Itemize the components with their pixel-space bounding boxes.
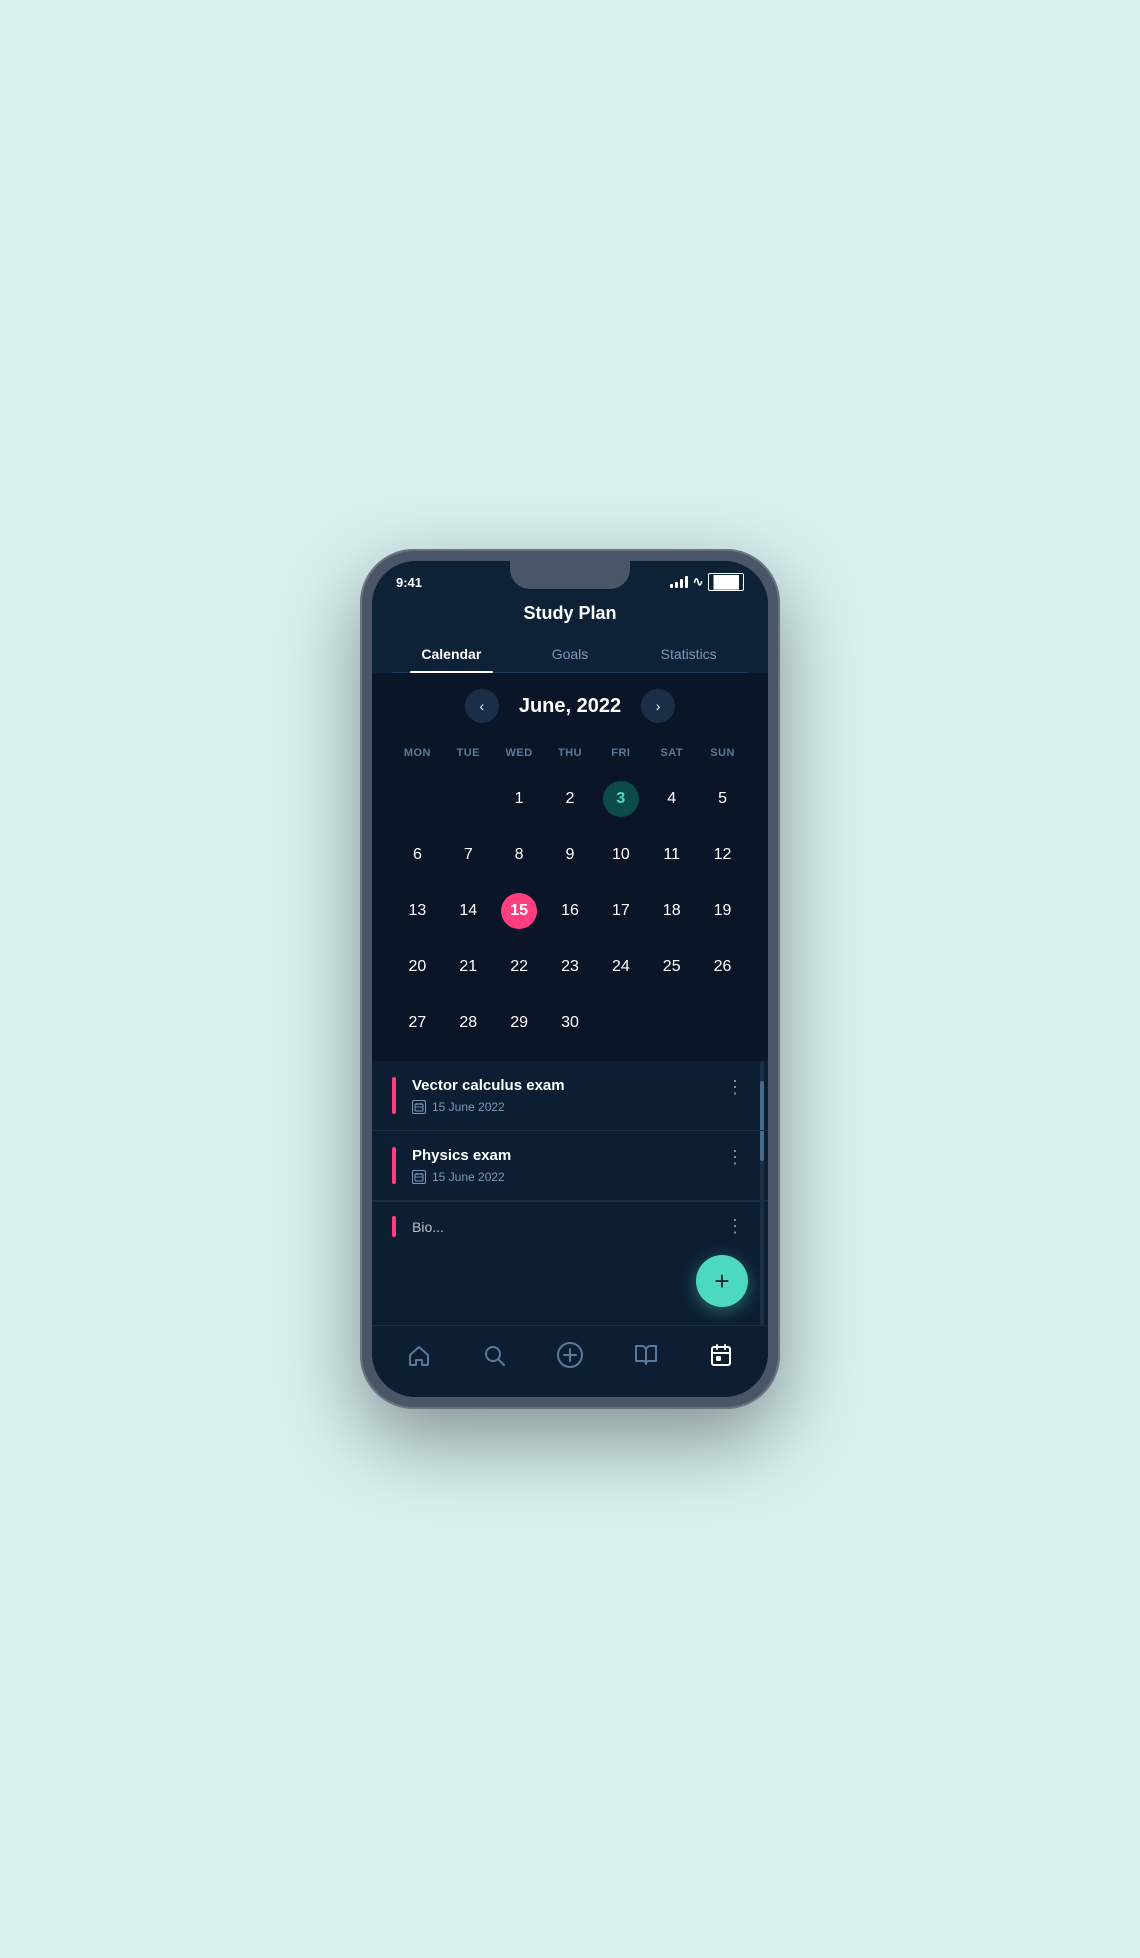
prev-month-button[interactable]: ‹	[465, 689, 499, 723]
nav-home[interactable]	[395, 1335, 443, 1379]
calendar-grid: MON TUE WED THU FRI SAT SUN 1 2 3 4 5	[392, 743, 748, 1051]
day-cell-14[interactable]: 14	[443, 883, 494, 939]
month-navigation: ‹ June, 2022 ›	[392, 689, 748, 723]
day-cell-6[interactable]: 6	[392, 827, 443, 883]
day-cell-5[interactable]: 5	[697, 771, 748, 827]
tab-statistics[interactable]: Statistics	[629, 636, 748, 672]
day-cell-22[interactable]: 22	[494, 939, 545, 995]
nav-search[interactable]	[470, 1335, 518, 1379]
status-icons: ∿ ███	[670, 573, 744, 591]
header: Study Plan Calendar Goals Statistics	[372, 595, 768, 673]
day-cell-20[interactable]: 20	[392, 939, 443, 995]
day-header-tue: TUE	[443, 743, 494, 763]
day-cell-15[interactable]: 15	[494, 883, 545, 939]
day-cell-30[interactable]: 30	[545, 995, 596, 1051]
add-event-fab[interactable]: +	[696, 1255, 748, 1307]
day-cell-29[interactable]: 29	[494, 995, 545, 1051]
event-date-text-1: 15 June 2022	[432, 1100, 505, 1114]
signal-icon	[670, 576, 688, 588]
event-title-1: Vector calculus exam	[412, 1077, 722, 1094]
day-cell-1[interactable]: 1	[494, 771, 545, 827]
event-title-2: Physics exam	[412, 1147, 722, 1164]
day-cell-28[interactable]: 28	[443, 995, 494, 1051]
day-cell-10[interactable]: 10	[595, 827, 646, 883]
day-cell-empty	[697, 995, 748, 1051]
day-cell-26[interactable]: 26	[697, 939, 748, 995]
event-date-text-2: 15 June 2022	[432, 1170, 505, 1184]
notch	[510, 561, 630, 589]
book-icon	[634, 1343, 658, 1371]
event-date-1: 15 June 2022	[412, 1100, 722, 1114]
day-header-mon: MON	[392, 743, 443, 763]
page-title: Study Plan	[392, 603, 748, 636]
day-cell-7[interactable]: 7	[443, 827, 494, 883]
day-header-thu: THU	[545, 743, 596, 763]
days-grid: 1 2 3 4 5 6 7 8 9 10 11 12 13 14 15	[392, 771, 748, 1051]
tab-calendar[interactable]: Calendar	[392, 636, 511, 672]
phone-screen: 9:41 ∿ ███ Study Plan Calendar Goals Sta…	[372, 561, 768, 1397]
plus-icon: +	[714, 1268, 729, 1294]
day-cell-16[interactable]: 16	[545, 883, 596, 939]
event-content-1: Vector calculus exam 15 June 2022	[412, 1077, 722, 1114]
time-display: 9:41	[396, 575, 422, 590]
event-accent-bar	[392, 1147, 396, 1184]
event-title-partial: Bio...	[412, 1219, 444, 1235]
day-header-sat: SAT	[646, 743, 697, 763]
bottom-navigation	[372, 1325, 768, 1397]
day-cell-24[interactable]: 24	[595, 939, 646, 995]
event-item-1: Vector calculus exam 15 June 2022	[372, 1061, 768, 1131]
day-cell-empty	[646, 995, 697, 1051]
day-headers: MON TUE WED THU FRI SAT SUN	[392, 743, 748, 763]
day-cell-19[interactable]: 19	[697, 883, 748, 939]
nav-add[interactable]	[544, 1333, 596, 1381]
day-cell-27[interactable]: 27	[392, 995, 443, 1051]
event-content-2: Physics exam 15 June 2022	[412, 1147, 722, 1184]
event-date-2: 15 June 2022	[412, 1170, 722, 1184]
day-cell-21[interactable]: 21	[443, 939, 494, 995]
tab-goals[interactable]: Goals	[511, 636, 630, 672]
day-header-wed: WED	[494, 743, 545, 763]
search-icon	[482, 1343, 506, 1371]
event-more-button-3[interactable]: ⋮	[722, 1216, 748, 1237]
day-cell-23[interactable]: 23	[545, 939, 596, 995]
calendar-icon	[709, 1343, 733, 1371]
home-icon	[407, 1343, 431, 1371]
event-item-2: Physics exam 15 June 2022	[372, 1131, 768, 1201]
day-cell-3[interactable]: 3	[595, 771, 646, 827]
event-more-button-1[interactable]: ⋮	[722, 1077, 748, 1098]
event-more-button-2[interactable]: ⋮	[722, 1147, 748, 1168]
battery-icon: ███	[708, 573, 744, 591]
day-cell-4[interactable]: 4	[646, 771, 697, 827]
event-accent-bar	[392, 1077, 396, 1114]
day-cell-18[interactable]: 18	[646, 883, 697, 939]
next-month-button[interactable]: ›	[641, 689, 675, 723]
day-cell-25[interactable]: 25	[646, 939, 697, 995]
day-cell-empty	[443, 771, 494, 827]
calendar-section: ‹ June, 2022 › MON TUE WED THU FRI SAT S…	[372, 673, 768, 1061]
wifi-icon: ∿	[693, 574, 704, 590]
day-header-sun: SUN	[697, 743, 748, 763]
day-cell-empty	[595, 995, 646, 1051]
day-cell-empty	[392, 771, 443, 827]
calendar-small-icon	[412, 1100, 426, 1114]
day-cell-17[interactable]: 17	[595, 883, 646, 939]
tab-bar: Calendar Goals Statistics	[392, 636, 748, 673]
nav-calendar[interactable]	[697, 1335, 745, 1379]
add-icon	[556, 1341, 584, 1373]
month-year-display: June, 2022	[519, 695, 621, 718]
day-cell-9[interactable]: 9	[545, 827, 596, 883]
day-cell-2[interactable]: 2	[545, 771, 596, 827]
calendar-small-icon-2	[412, 1170, 426, 1184]
day-cell-13[interactable]: 13	[392, 883, 443, 939]
day-cell-11[interactable]: 11	[646, 827, 697, 883]
day-header-fri: FRI	[595, 743, 646, 763]
phone-frame: 9:41 ∿ ███ Study Plan Calendar Goals Sta…	[360, 549, 780, 1409]
day-cell-12[interactable]: 12	[697, 827, 748, 883]
event-item-3-partial: Bio... ⋮	[372, 1201, 768, 1251]
day-cell-8[interactable]: 8	[494, 827, 545, 883]
nav-library[interactable]	[622, 1335, 670, 1379]
